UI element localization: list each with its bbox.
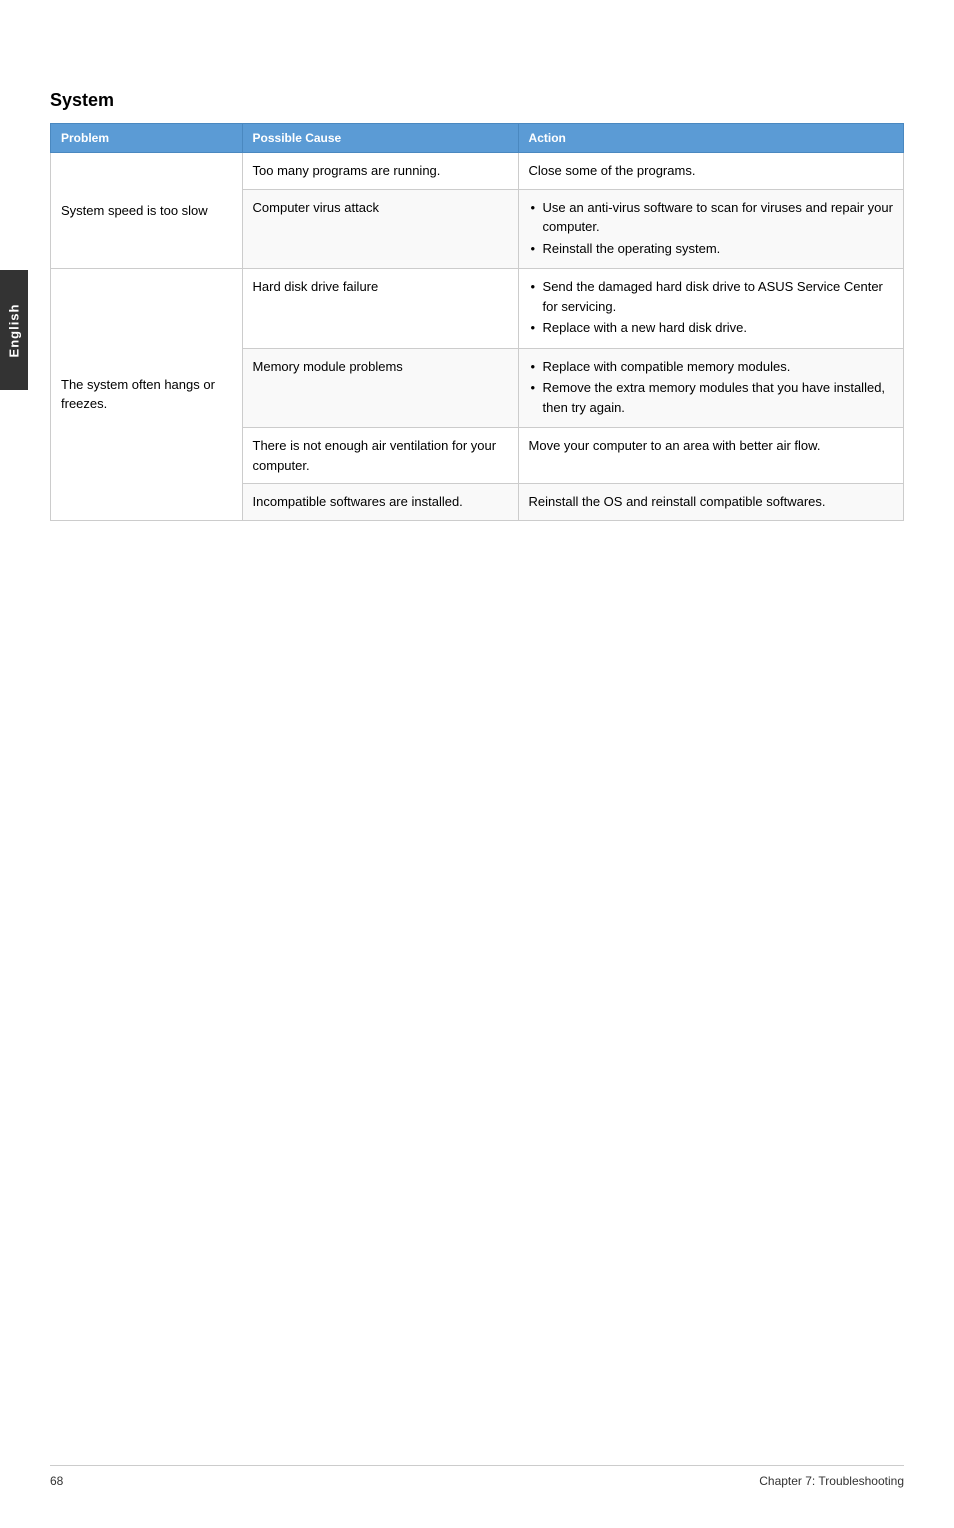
action-cell: Reinstall the OS and reinstall compatibl…: [518, 484, 903, 521]
action-cell: Send the damaged hard disk drive to ASUS…: [518, 269, 903, 349]
page-number: 68: [50, 1474, 63, 1488]
header-problem: Problem: [51, 124, 243, 153]
action-cell: Replace with compatible memory modules.R…: [518, 348, 903, 428]
header-cause: Possible Cause: [242, 124, 518, 153]
action-bullet: Use an anti-virus software to scan for v…: [529, 198, 893, 237]
action-cell: Use an anti-virus software to scan for v…: [518, 189, 903, 269]
problem-cell: The system often hangs or freezes.: [51, 269, 243, 521]
action-bullet: Reinstall the operating system.: [529, 239, 893, 259]
main-content: System Problem Possible Cause Action Sys…: [50, 90, 904, 521]
page-footer: 68 Chapter 7: Troubleshooting: [50, 1465, 904, 1488]
sidebar-label-text: English: [7, 303, 22, 357]
cause-cell: Hard disk drive failure: [242, 269, 518, 349]
cause-cell: Computer virus attack: [242, 189, 518, 269]
cause-cell: Too many programs are running.: [242, 153, 518, 190]
action-bullet: Send the damaged hard disk drive to ASUS…: [529, 277, 893, 316]
header-action: Action: [518, 124, 903, 153]
cause-cell: There is not enough air ventilation for …: [242, 428, 518, 484]
chapter-label: Chapter 7: Troubleshooting: [759, 1474, 904, 1488]
action-cell: Move your computer to an area with bette…: [518, 428, 903, 484]
action-cell: Close some of the programs.: [518, 153, 903, 190]
section-title: System: [50, 90, 904, 111]
cause-cell: Memory module problems: [242, 348, 518, 428]
sidebar-english-label: English: [0, 270, 28, 390]
table-header-row: Problem Possible Cause Action: [51, 124, 904, 153]
problem-cell: System speed is too slow: [51, 153, 243, 269]
cause-cell: Incompatible softwares are installed.: [242, 484, 518, 521]
action-bullet: Replace with compatible memory modules.: [529, 357, 893, 377]
troubleshooting-table: Problem Possible Cause Action System spe…: [50, 123, 904, 521]
table-row: The system often hangs or freezes.Hard d…: [51, 269, 904, 349]
action-bullet: Replace with a new hard disk drive.: [529, 318, 893, 338]
action-bullet: Remove the extra memory modules that you…: [529, 378, 893, 417]
table-row: System speed is too slowToo many program…: [51, 153, 904, 190]
